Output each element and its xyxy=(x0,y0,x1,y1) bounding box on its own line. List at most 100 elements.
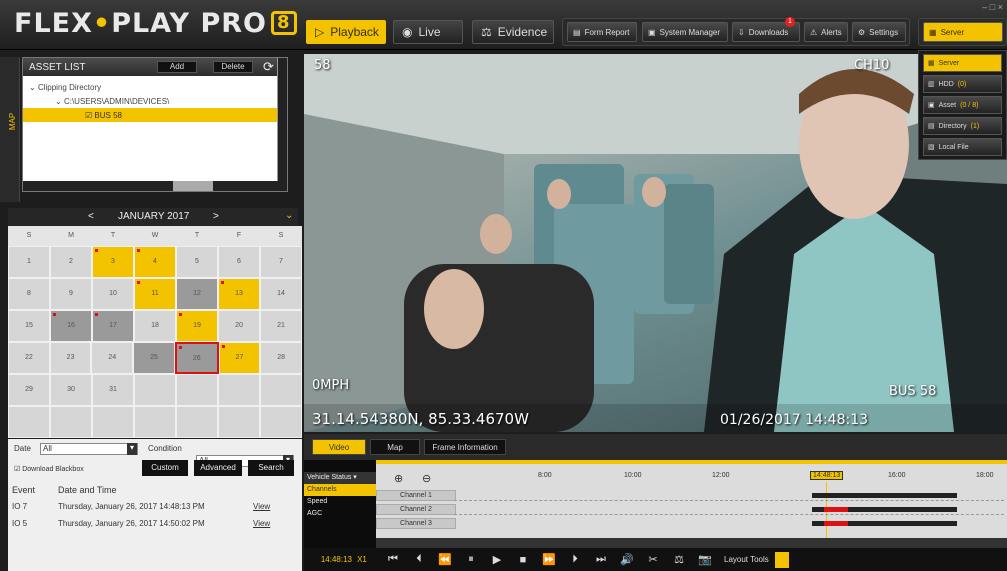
server-button[interactable]: ▦ Server xyxy=(923,22,1003,42)
view-link[interactable]: View xyxy=(253,519,270,528)
settings-button[interactable]: ⚙ Settings xyxy=(852,22,906,42)
calendar-day[interactable]: 30 xyxy=(50,374,92,406)
tree-node-devices[interactable]: ⌄ C:\USERS\ADMIN\DEVICES\ xyxy=(23,94,287,108)
snapshot-icon[interactable]: 📷 xyxy=(692,553,718,566)
calendar-day[interactable]: 29 xyxy=(8,374,50,406)
evidence-icon[interactable]: ⚖ xyxy=(666,553,692,566)
zoom-in-icon[interactable]: ⊕ xyxy=(394,472,403,485)
search-button[interactable]: Search xyxy=(248,460,294,476)
volume-icon[interactable]: 🔊 xyxy=(614,553,640,566)
scroll-thumb[interactable] xyxy=(173,181,213,191)
asset-scrollbar[interactable] xyxy=(277,58,287,191)
advanced-button[interactable]: Advanced xyxy=(194,460,242,476)
calendar-day[interactable]: 13 xyxy=(218,278,260,310)
clip-icon[interactable]: ✂ xyxy=(640,553,666,566)
download-blackbox-checkbox[interactable]: ☑ Download Blackbox xyxy=(14,465,84,473)
step-back-icon[interactable]: ⏴ xyxy=(406,553,432,566)
status-item-channels[interactable]: Channels xyxy=(304,484,376,496)
view-link[interactable]: View xyxy=(253,502,270,511)
calendar-day[interactable]: 26 xyxy=(174,342,219,374)
directory-menu-item[interactable]: ▤ Directory (1) xyxy=(923,117,1002,135)
step-forward-icon[interactable]: ⏵ xyxy=(562,553,588,566)
stop-icon[interactable]: ■ xyxy=(510,554,536,566)
calendar-day[interactable]: 3 xyxy=(92,246,134,278)
server-menu-item[interactable]: ▦ Server xyxy=(923,54,1002,72)
calendar-day[interactable]: 31 xyxy=(92,374,134,406)
calendar-day[interactable]: 6 xyxy=(218,246,260,278)
table-row[interactable]: IO 7 Thursday, January 26, 2017 14:48:13 … xyxy=(8,498,302,515)
calendar-day[interactable]: 15 xyxy=(8,310,50,342)
next-month-button[interactable]: > xyxy=(213,211,219,222)
video-player[interactable]: 58 CH10 0MPH 31.14.54380N, 85.33.4670W B… xyxy=(304,54,1007,432)
calendar-day[interactable]: 4 xyxy=(134,246,176,278)
tab-map[interactable]: Map xyxy=(370,439,420,455)
playback-speed[interactable]: X1 xyxy=(352,555,372,564)
calendar-day[interactable]: 5 xyxy=(176,246,218,278)
calendar-day[interactable]: 24 xyxy=(91,342,134,374)
alerts-button[interactable]: ⚠ Alerts xyxy=(804,22,848,42)
tree-node-bus-58[interactable]: ☑ BUS 58 xyxy=(23,108,287,122)
chevron-down-icon[interactable]: ⌄ xyxy=(285,210,293,221)
calendar-day[interactable]: 21 xyxy=(260,310,302,342)
playhead-line[interactable] xyxy=(826,482,827,542)
calendar-day[interactable]: 8 xyxy=(8,278,50,310)
calendar-day xyxy=(92,406,134,438)
map-side-tab[interactable]: MAP xyxy=(0,57,20,202)
rewind-icon[interactable]: ⏪ xyxy=(432,553,458,566)
calendar-day[interactable]: 10 xyxy=(92,278,134,310)
skip-end-icon[interactable]: ⏭ xyxy=(588,553,614,566)
status-item-speed[interactable]: Speed xyxy=(304,496,376,508)
timeline-panel[interactable]: Vehicle Status ▾ Channels Speed AGC ⊕ ⊖ … xyxy=(304,460,1007,548)
calendar-day[interactable]: 12 xyxy=(176,278,218,310)
table-row[interactable]: IO 5 Thursday, January 26, 2017 14:50:02 … xyxy=(8,515,302,532)
vehicle-status-dropdown[interactable]: Vehicle Status ▾ xyxy=(304,472,376,484)
calendar-day[interactable]: 11 xyxy=(134,278,176,310)
tab-frame-information[interactable]: Frame Information xyxy=(424,439,506,455)
calendar-day[interactable]: 19 xyxy=(176,310,218,342)
fast-forward-icon[interactable]: ⏩ xyxy=(536,553,562,566)
playback-tab[interactable]: ▷ Playback xyxy=(306,20,386,44)
asset-hscrollbar[interactable] xyxy=(23,181,279,191)
calendar-day[interactable]: 20 xyxy=(218,310,260,342)
layout-icon[interactable] xyxy=(774,551,789,568)
calendar-day[interactable]: 18 xyxy=(134,310,176,342)
calendar-day[interactable]: 1 xyxy=(8,246,50,278)
calendar-day[interactable]: 22 xyxy=(8,342,50,374)
scales-icon: ⚖ xyxy=(481,25,492,39)
live-tab[interactable]: ◉ Live xyxy=(393,20,463,44)
play-icon[interactable]: ▶ xyxy=(484,553,510,566)
calendar-day[interactable]: 7 xyxy=(260,246,302,278)
calendar-day[interactable]: 14 xyxy=(260,278,302,310)
downloads-button[interactable]: ⇩ Downloads 1 xyxy=(732,17,800,42)
add-button[interactable]: Add xyxy=(157,61,197,73)
hdd-menu-item[interactable]: ▥ HDD (0) xyxy=(923,75,1002,93)
tab-video[interactable]: Video xyxy=(312,439,366,455)
calendar-day[interactable]: 2 xyxy=(50,246,92,278)
date-select[interactable]: All xyxy=(40,443,138,455)
calendar-day[interactable]: 25 xyxy=(133,342,175,374)
tree-node-clipping-directory[interactable]: ⌄ Clipping Directory xyxy=(23,80,287,94)
calendar-day[interactable]: 27 xyxy=(218,342,261,374)
local-file-menu-item[interactable]: ▧ Local File xyxy=(923,138,1002,156)
prev-month-button[interactable]: < xyxy=(88,211,94,222)
calendar-day[interactable]: 28 xyxy=(260,342,303,374)
refresh-icon[interactable]: ⟳ xyxy=(263,59,274,75)
calendar-day[interactable]: 9 xyxy=(50,278,92,310)
window-controls[interactable]: – □ × xyxy=(982,2,1003,12)
status-item-agc[interactable]: AGC xyxy=(304,508,376,520)
custom-button[interactable]: Custom xyxy=(142,460,188,476)
delete-button[interactable]: Delete xyxy=(213,61,253,73)
pause-icon[interactable]: ⏸ xyxy=(458,553,484,566)
timeline-scrollbar[interactable] xyxy=(376,538,1007,548)
system-manager-button[interactable]: ▣ System Manager xyxy=(642,22,728,42)
bottom-tab-bar: Video Map Frame Information xyxy=(304,434,1007,460)
evidence-tab[interactable]: ⚖ Evidence xyxy=(472,20,554,44)
form-report-button[interactable]: ▤ Form Report xyxy=(567,22,637,42)
skip-start-icon[interactable]: ⏮ xyxy=(380,553,406,566)
calendar-day[interactable]: 17 xyxy=(92,310,134,342)
asset-menu-item[interactable]: ▣ Asset (0 / 8) xyxy=(923,96,1002,114)
zoom-out-icon[interactable]: ⊖ xyxy=(422,472,431,485)
current-time-marker[interactable]: 14:48:13 xyxy=(810,471,844,480)
calendar-day[interactable]: 16 xyxy=(50,310,92,342)
calendar-day[interactable]: 23 xyxy=(49,342,92,374)
